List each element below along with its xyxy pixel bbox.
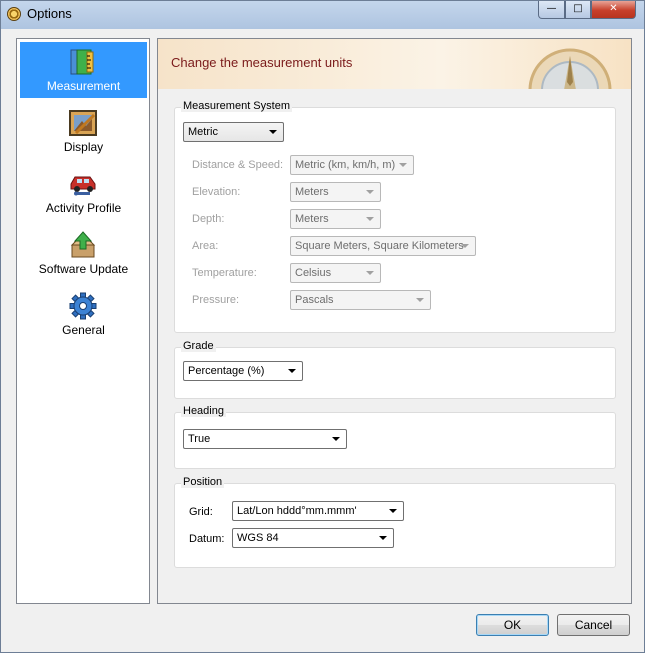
chevron-down-icon: [332, 437, 340, 441]
sidebar-item-label: Software Update: [38, 262, 129, 276]
sidebar-item-label: General: [62, 323, 105, 337]
group-title: Position: [181, 476, 225, 488]
sidebar-item-general[interactable]: General: [20, 286, 147, 342]
distance-speed-label: Distance & Speed:: [192, 159, 284, 171]
options-window: Options — □ ✕ Measurement Display Activi…: [0, 0, 645, 653]
elevation-label: Elevation:: [192, 186, 241, 198]
minimize-icon: —: [546, 3, 557, 14]
maximize-icon: □: [573, 3, 583, 14]
chevron-down-icon: [366, 217, 374, 221]
combo-value: Percentage (%): [188, 365, 265, 377]
grade-group: Grade Percentage (%): [174, 340, 616, 399]
combo-value: True: [188, 433, 211, 445]
depth-select[interactable]: Meters: [290, 209, 381, 229]
sidebar-item-software-update[interactable]: Software Update: [20, 225, 147, 281]
measurement-system-select[interactable]: Metric: [183, 122, 284, 142]
sidebar-item-activity-profile[interactable]: Activity Profile: [20, 164, 147, 220]
cancel-button[interactable]: Cancel: [557, 614, 630, 636]
sidebar-item-label: Display: [63, 140, 104, 154]
combo-value: Square Meters, Square Kilometers: [295, 240, 464, 252]
chevron-down-icon: [366, 271, 374, 275]
elevation-select[interactable]: Meters: [290, 182, 381, 202]
temperature-select[interactable]: Celsius: [290, 263, 381, 283]
close-icon: ✕: [609, 3, 618, 14]
combo-value: Metric (km, km/h, m): [295, 159, 396, 171]
temperature-label: Temperature:: [192, 267, 257, 279]
combo-value: Pascals: [295, 294, 334, 306]
compass-icon: [528, 48, 612, 89]
grid-select[interactable]: Lat/Lon hddd°mm.mmm': [232, 501, 404, 521]
chevron-down-icon: [416, 298, 424, 302]
banner: Change the measurement units: [158, 39, 631, 89]
chevron-down-icon: [366, 190, 374, 194]
position-group: Position Grid: Lat/Lon hddd°mm.mmm' Datu…: [174, 476, 616, 568]
chevron-down-icon: [288, 369, 296, 373]
app-icon: [7, 7, 21, 21]
depth-label: Depth:: [192, 213, 225, 225]
area-label: Area:: [192, 240, 219, 252]
measurement-icon: [70, 49, 94, 75]
grid-label: Grid:: [189, 506, 213, 518]
chevron-down-icon: [389, 509, 397, 513]
maximize-button[interactable]: □: [565, 1, 591, 19]
sidebar-item-measurement[interactable]: Measurement: [20, 42, 147, 98]
page-title: Change the measurement units: [171, 55, 353, 70]
combo-value: WGS 84: [237, 532, 279, 544]
combo-value: Meters: [295, 186, 329, 198]
grade-select[interactable]: Percentage (%): [183, 361, 303, 381]
sidebar-item-display[interactable]: Display: [20, 103, 147, 159]
minimize-button[interactable]: —: [538, 1, 565, 19]
distance-speed-select[interactable]: Metric (km, km/h, m): [290, 155, 414, 175]
settings-panel: Change the measurement units Measurement…: [157, 38, 632, 604]
area-select[interactable]: Square Meters, Square Kilometers: [290, 236, 476, 256]
heading-select[interactable]: True: [183, 429, 347, 449]
measurement-system-group: Measurement System Metric Distance & Spe…: [174, 100, 616, 333]
title-bar[interactable]: Options — □ ✕: [1, 1, 644, 29]
close-button[interactable]: ✕: [591, 1, 636, 19]
pressure-select[interactable]: Pascals: [290, 290, 431, 310]
chevron-down-icon: [399, 163, 407, 167]
window-title: Options: [27, 6, 72, 21]
category-sidebar: Measurement Display Activity Profile Sof…: [16, 38, 150, 604]
chevron-down-icon: [461, 244, 469, 248]
software-update-icon: [70, 231, 96, 258]
combo-value: Metric: [188, 126, 218, 138]
sidebar-item-label: Measurement: [46, 79, 121, 93]
combo-value: Meters: [295, 213, 329, 225]
group-title: Grade: [181, 340, 216, 352]
display-icon: [69, 110, 97, 136]
chevron-down-icon: [379, 536, 387, 540]
pressure-label: Pressure:: [192, 294, 240, 306]
datum-label: Datum:: [189, 533, 225, 545]
gear-icon: [69, 292, 97, 320]
datum-select[interactable]: WGS 84: [232, 528, 394, 548]
car-icon: [70, 176, 96, 196]
combo-value: Celsius: [295, 267, 332, 279]
group-title: Heading: [181, 405, 226, 417]
sidebar-item-label: Activity Profile: [45, 201, 122, 215]
combo-value: Lat/Lon hddd°mm.mmm': [237, 505, 357, 517]
chevron-down-icon: [269, 130, 277, 134]
heading-group: Heading True: [174, 405, 616, 469]
group-title: Measurement System: [181, 100, 292, 112]
ok-button[interactable]: OK: [476, 614, 549, 636]
